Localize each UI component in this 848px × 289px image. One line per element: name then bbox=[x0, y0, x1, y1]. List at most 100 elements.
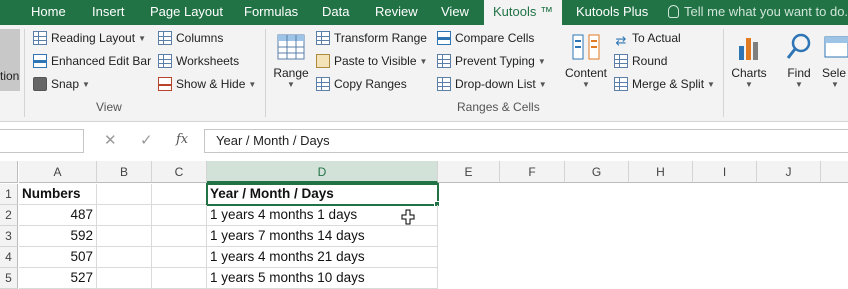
cell-a2[interactable]: 487 bbox=[19, 205, 97, 226]
bar-chart-icon bbox=[739, 38, 758, 60]
row-header[interactable]: 2 bbox=[0, 205, 18, 226]
lightbulb-icon bbox=[668, 5, 679, 18]
tab-formulas[interactable]: Formulas bbox=[244, 0, 298, 25]
column-header[interactable]: I bbox=[693, 161, 757, 183]
charts-button[interactable]: Charts ▼ bbox=[729, 32, 769, 90]
paste-icon bbox=[316, 54, 330, 68]
columns-label: Columns bbox=[176, 31, 224, 45]
drop-down-list-label: Drop-down List bbox=[455, 77, 536, 91]
column-header[interactable]: H bbox=[629, 161, 693, 183]
find-button[interactable]: Find ▼ bbox=[780, 32, 818, 90]
column-header[interactable]: B bbox=[97, 161, 152, 183]
chevron-down-icon: ▼ bbox=[287, 80, 295, 89]
columns-button[interactable]: Columns bbox=[158, 28, 223, 48]
cell-d3[interactable]: 1 years 7 months 14 days bbox=[207, 226, 438, 247]
cell-a3[interactable]: 592 bbox=[19, 226, 97, 247]
enhanced-edit-bar-button[interactable]: Enhanced Edit Bar bbox=[33, 51, 151, 71]
content-button[interactable]: Content ▼ bbox=[563, 32, 609, 90]
cell-c4[interactable] bbox=[152, 247, 207, 268]
reading-layout-icon bbox=[33, 31, 47, 45]
cell-c1[interactable] bbox=[152, 184, 207, 205]
enter-icon[interactable]: ✓ bbox=[140, 131, 153, 149]
tab-page-layout[interactable]: Page Layout bbox=[150, 0, 223, 25]
name-box[interactable] bbox=[0, 129, 84, 153]
snap-button[interactable]: Snap ▼ bbox=[33, 74, 90, 94]
cell-a5[interactable]: 527 bbox=[19, 268, 97, 289]
row-header[interactable]: 4 bbox=[0, 247, 18, 268]
cell-d1[interactable]: Year / Month / Days bbox=[206, 183, 439, 206]
tell-me-text: Tell me what you want to do... bbox=[684, 4, 848, 19]
worksheets-button[interactable]: Worksheets bbox=[158, 51, 239, 71]
formula-input[interactable]: Year / Month / Days bbox=[204, 129, 848, 153]
select-all-corner[interactable] bbox=[0, 161, 18, 183]
cell-c2[interactable] bbox=[152, 205, 207, 226]
transform-range-button[interactable]: Transform Range bbox=[316, 28, 427, 48]
row-header[interactable]: 3 bbox=[0, 226, 18, 247]
insert-function-icon[interactable]: fx bbox=[176, 132, 188, 147]
chevron-down-icon: ▼ bbox=[419, 57, 428, 66]
camera-icon bbox=[33, 77, 47, 91]
show-hide-label: Show & Hide bbox=[176, 77, 246, 91]
tab-review[interactable]: Review bbox=[375, 0, 418, 25]
paste-to-visible-label: Paste to Visible bbox=[334, 54, 417, 68]
group-separator bbox=[723, 29, 724, 117]
tab-kutools[interactable]: Kutools ™ bbox=[484, 0, 562, 25]
select-button[interactable]: Sele ▼ bbox=[822, 32, 848, 90]
reading-layout-label: Reading Layout bbox=[51, 31, 136, 45]
cell-b1[interactable] bbox=[97, 184, 152, 205]
prevent-typing-button[interactable]: Prevent Typing ▼ bbox=[437, 51, 546, 71]
chevron-down-icon: ▼ bbox=[538, 80, 547, 89]
tab-insert[interactable]: Insert bbox=[92, 0, 125, 25]
column-header[interactable]: G bbox=[565, 161, 629, 183]
column-header[interactable]: J bbox=[757, 161, 821, 183]
merge-split-icon bbox=[614, 77, 628, 91]
cell-d5[interactable]: 1 years 5 months 10 days bbox=[207, 268, 438, 289]
cell-c5[interactable] bbox=[152, 268, 207, 289]
to-actual-label: To Actual bbox=[632, 31, 681, 45]
transform-range-label: Transform Range bbox=[334, 31, 427, 45]
content-icon bbox=[572, 34, 600, 60]
cell-b5[interactable] bbox=[97, 268, 152, 289]
cell-d4[interactable]: 1 years 4 months 21 days bbox=[207, 247, 438, 268]
reading-layout-button[interactable]: Reading Layout ▼ bbox=[33, 28, 146, 48]
drop-down-list-button[interactable]: Drop-down List ▼ bbox=[437, 74, 547, 94]
view-group-label: View bbox=[96, 100, 122, 114]
tab-home[interactable]: Home bbox=[31, 0, 66, 25]
show-hide-button[interactable]: Show & Hide ▼ bbox=[158, 74, 256, 94]
chevron-down-icon: ▼ bbox=[138, 34, 146, 43]
cancel-icon[interactable]: ✕ bbox=[104, 131, 117, 149]
chevron-down-icon: ▼ bbox=[745, 80, 753, 89]
cell-a4[interactable]: 507 bbox=[19, 247, 97, 268]
range-button[interactable]: Range ▼ bbox=[271, 32, 311, 90]
tell-me-search[interactable]: Tell me what you want to do... bbox=[668, 0, 848, 25]
to-actual-button[interactable]: ⇄ To Actual bbox=[614, 28, 681, 48]
tab-data[interactable]: Data bbox=[322, 0, 349, 25]
column-header[interactable]: F bbox=[500, 161, 565, 183]
ranges-cells-group-label: Ranges & Cells bbox=[457, 100, 540, 114]
worksheets-label: Worksheets bbox=[176, 54, 240, 68]
column-header-partial[interactable] bbox=[821, 161, 848, 183]
cell-c3[interactable] bbox=[152, 226, 207, 247]
column-header[interactable]: A bbox=[19, 161, 97, 183]
cell-a1[interactable]: Numbers bbox=[19, 184, 97, 205]
tab-kutools-plus[interactable]: Kutools Plus bbox=[576, 0, 648, 25]
transform-range-icon bbox=[316, 31, 330, 45]
row-header[interactable]: 1 bbox=[0, 184, 18, 205]
round-button[interactable]: Round bbox=[614, 51, 667, 71]
left-cut-button[interactable]: tion bbox=[0, 29, 20, 91]
column-header[interactable]: C bbox=[152, 161, 207, 183]
paste-to-visible-button[interactable]: Paste to Visible ▼ bbox=[316, 51, 427, 71]
column-header[interactable]: E bbox=[438, 161, 500, 183]
formula-buttons: ✕ ✓ fx bbox=[92, 129, 202, 153]
chevron-down-icon: ▼ bbox=[248, 80, 257, 89]
cell-b4[interactable] bbox=[97, 247, 152, 268]
cell-b2[interactable] bbox=[97, 205, 152, 226]
copy-ranges-button[interactable]: Copy Ranges bbox=[316, 74, 407, 94]
tab-view[interactable]: View bbox=[441, 0, 469, 25]
merge-split-button[interactable]: Merge & Split ▼ bbox=[614, 74, 715, 94]
row-header[interactable]: 5 bbox=[0, 268, 18, 289]
cell-b3[interactable] bbox=[97, 226, 152, 247]
columns-icon bbox=[158, 31, 172, 45]
compare-cells-button[interactable]: Compare Cells bbox=[437, 28, 534, 48]
column-header-selected[interactable]: D bbox=[207, 161, 438, 183]
